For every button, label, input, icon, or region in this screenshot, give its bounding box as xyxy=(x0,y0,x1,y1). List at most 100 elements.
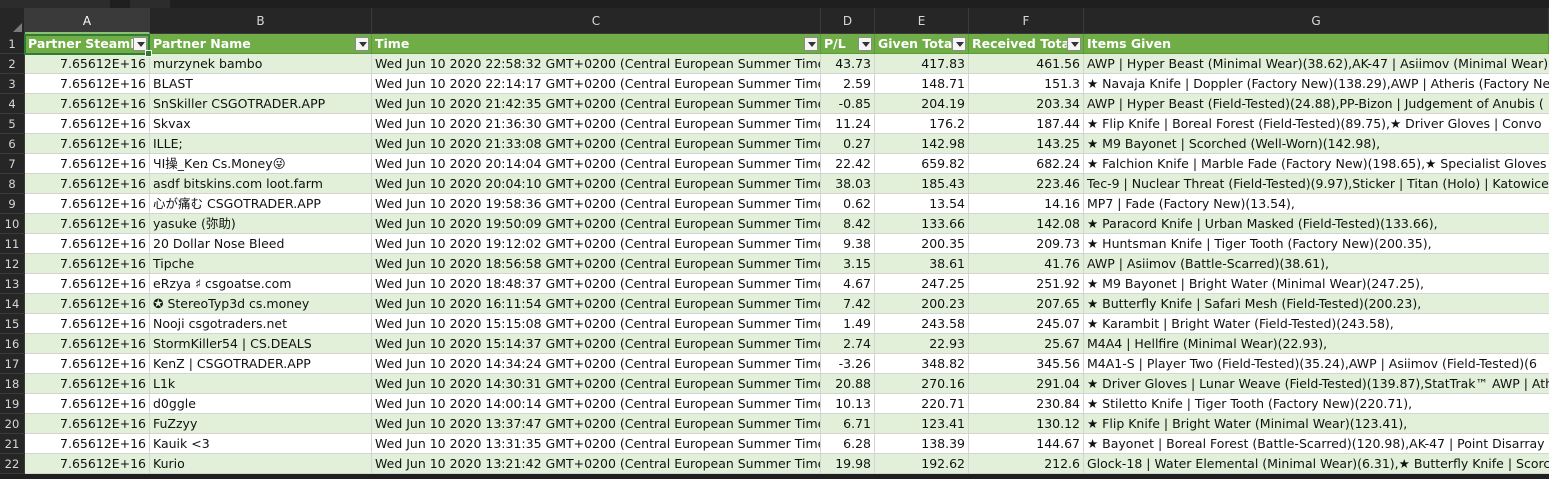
cell-received-total[interactable]: 209.73 xyxy=(969,234,1084,254)
cell-given-total[interactable]: 417.83 xyxy=(875,54,969,74)
cell-partner-steamid[interactable]: 7.65612E+16 xyxy=(25,134,150,154)
cell-partner-name[interactable]: L1k xyxy=(150,374,372,394)
cell-partner-name[interactable]: KenZ | CSGOTRADER.APP xyxy=(150,354,372,374)
cell-pl[interactable]: 10.13 xyxy=(821,394,875,414)
cell-time[interactable]: Wed Jun 10 2020 15:14:37 GMT+0200 (Centr… xyxy=(372,334,821,354)
cell-items-given[interactable]: ★ Navaja Knife | Doppler (Factory New)(1… xyxy=(1084,74,1549,94)
cell-given-total[interactable]: 243.58 xyxy=(875,314,969,334)
header-partner-name[interactable]: Partner Name xyxy=(150,34,372,54)
cell-items-given[interactable]: Tec-9 | Nuclear Threat (Field-Tested)(9.… xyxy=(1084,174,1549,194)
cell-given-total[interactable]: 270.16 xyxy=(875,374,969,394)
cell-time[interactable]: Wed Jun 10 2020 16:11:54 GMT+0200 (Centr… xyxy=(372,294,821,314)
cell-given-total[interactable]: 185.43 xyxy=(875,174,969,194)
cell-partner-steamid[interactable]: 7.65612E+16 xyxy=(25,54,150,74)
cell-partner-name[interactable]: StormKiller54 | CS.DEALS xyxy=(150,334,372,354)
cell-pl[interactable]: 43.73 xyxy=(821,54,875,74)
cell-items-given[interactable]: ★ Paracord Knife | Urban Masked (Field-T… xyxy=(1084,214,1549,234)
select-all-corner[interactable] xyxy=(0,8,25,34)
filter-dropdown-icon[interactable] xyxy=(1067,37,1081,51)
cell-partner-steamid[interactable]: 7.65612E+16 xyxy=(25,334,150,354)
cell-partner-steamid[interactable]: 7.65612E+16 xyxy=(25,154,150,174)
cell-partner-steamid[interactable]: 7.65612E+16 xyxy=(25,374,150,394)
column-header-g[interactable]: G xyxy=(1084,8,1549,34)
cell-time[interactable]: Wed Jun 10 2020 18:56:58 GMT+0200 (Centr… xyxy=(372,254,821,274)
cell-received-total[interactable]: 142.08 xyxy=(969,214,1084,234)
cell-received-total[interactable]: 461.56 xyxy=(969,54,1084,74)
filter-dropdown-icon[interactable] xyxy=(952,37,966,51)
row-header[interactable]: 12 xyxy=(0,254,25,274)
column-header-c[interactable]: C xyxy=(372,8,821,34)
header-given-total[interactable]: Given Total xyxy=(875,34,969,54)
cell-given-total[interactable]: 123.41 xyxy=(875,414,969,434)
cell-given-total[interactable]: 142.98 xyxy=(875,134,969,154)
cell-partner-steamid[interactable]: 7.65612E+16 xyxy=(25,294,150,314)
row-header[interactable]: 3 xyxy=(0,74,25,94)
cell-pl[interactable]: 11.24 xyxy=(821,114,875,134)
cell-partner-name[interactable]: Kurio xyxy=(150,454,372,474)
cell-time[interactable]: Wed Jun 10 2020 19:12:02 GMT+0200 (Centr… xyxy=(372,234,821,254)
cell-given-total[interactable]: 200.35 xyxy=(875,234,969,254)
cell-partner-name[interactable]: 20 Dollar Nose Bleed xyxy=(150,234,372,254)
cell-partner-steamid[interactable]: 7.65612E+16 xyxy=(25,434,150,454)
cell-items-given[interactable]: AWP | Hyper Beast (Field-Tested)(24.88),… xyxy=(1084,94,1549,114)
cell-partner-name[interactable]: BLAST xyxy=(150,74,372,94)
row-header[interactable]: 1 xyxy=(0,34,25,54)
cell-partner-name[interactable]: Kauik <3 xyxy=(150,434,372,454)
cell-time[interactable]: Wed Jun 10 2020 20:14:04 GMT+0200 (Centr… xyxy=(372,154,821,174)
cell-partner-name[interactable]: 心が痛む CSGOTRADER.APP xyxy=(150,194,372,214)
row-header[interactable]: 19 xyxy=(0,394,25,414)
cell-received-total[interactable]: 212.6 xyxy=(969,454,1084,474)
header-pl[interactable]: P/L xyxy=(821,34,875,54)
cell-partner-steamid[interactable]: 7.65612E+16 xyxy=(25,254,150,274)
cell-partner-name[interactable]: yasuke (弥助) xyxy=(150,214,372,234)
cell-pl[interactable]: 22.42 xyxy=(821,154,875,174)
header-received-total[interactable]: Received Total xyxy=(969,34,1084,54)
cell-time[interactable]: Wed Jun 10 2020 18:48:37 GMT+0200 (Centr… xyxy=(372,274,821,294)
cell-received-total[interactable]: 187.44 xyxy=(969,114,1084,134)
cell-given-total[interactable]: 204.19 xyxy=(875,94,969,114)
row-header[interactable]: 10 xyxy=(0,214,25,234)
cell-items-given[interactable]: ★ M9 Bayonet | Scorched (Well-Worn)(142.… xyxy=(1084,134,1549,154)
cell-items-given[interactable]: ★ Flip Knife | Boreal Forest (Field-Test… xyxy=(1084,114,1549,134)
cell-pl[interactable]: -3.26 xyxy=(821,354,875,374)
cell-given-total[interactable]: 192.62 xyxy=(875,454,969,474)
cell-time[interactable]: Wed Jun 10 2020 13:21:42 GMT+0200 (Centr… xyxy=(372,454,821,474)
cell-time[interactable]: Wed Jun 10 2020 13:31:35 GMT+0200 (Centr… xyxy=(372,434,821,454)
cell-received-total[interactable]: 682.24 xyxy=(969,154,1084,174)
cell-time[interactable]: Wed Jun 10 2020 14:30:31 GMT+0200 (Centr… xyxy=(372,374,821,394)
cell-given-total[interactable]: 176.2 xyxy=(875,114,969,134)
column-header-f[interactable]: F xyxy=(969,8,1084,34)
header-items-given[interactable]: Items Given xyxy=(1084,34,1549,54)
cell-partner-name[interactable]: asdf bitskins.com loot.farm xyxy=(150,174,372,194)
row-header[interactable]: 13 xyxy=(0,274,25,294)
cell-partner-steamid[interactable]: 7.65612E+16 xyxy=(25,274,150,294)
row-header[interactable]: 9 xyxy=(0,194,25,214)
cell-partner-steamid[interactable]: 7.65612E+16 xyxy=(25,94,150,114)
cell-received-total[interactable]: 203.34 xyxy=(969,94,1084,114)
cell-items-given[interactable]: ★ M9 Bayonet | Bright Water (Minimal Wea… xyxy=(1084,274,1549,294)
cell-pl[interactable]: 38.03 xyxy=(821,174,875,194)
cell-partner-name[interactable]: FuZzyy xyxy=(150,414,372,434)
row-header[interactable]: 5 xyxy=(0,114,25,134)
cell-pl[interactable]: 20.88 xyxy=(821,374,875,394)
cell-items-given[interactable]: ★ Karambit | Bright Water (Field-Tested)… xyxy=(1084,314,1549,334)
cell-items-given[interactable]: ★ Bayonet | Boreal Forest (Battle-Scarre… xyxy=(1084,434,1549,454)
cell-given-total[interactable]: 200.23 xyxy=(875,294,969,314)
cell-received-total[interactable]: 251.92 xyxy=(969,274,1084,294)
cell-pl[interactable]: 2.59 xyxy=(821,74,875,94)
cell-items-given[interactable]: ★ Butterfly Knife | Safari Mesh (Field-T… xyxy=(1084,294,1549,314)
cell-partner-steamid[interactable]: 7.65612E+16 xyxy=(25,314,150,334)
cell-partner-steamid[interactable]: 7.65612E+16 xyxy=(25,214,150,234)
cell-partner-name[interactable]: murzynek bambo xyxy=(150,54,372,74)
cell-received-total[interactable]: 130.12 xyxy=(969,414,1084,434)
cell-pl[interactable]: 4.67 xyxy=(821,274,875,294)
cell-partner-steamid[interactable]: 7.65612E+16 xyxy=(25,74,150,94)
cell-given-total[interactable]: 659.82 xyxy=(875,154,969,174)
cell-partner-name[interactable]: Nooji csgotraders.net xyxy=(150,314,372,334)
cell-items-given[interactable]: ★ Flip Knife | Bright Water (Minimal Wea… xyxy=(1084,414,1549,434)
cell-received-total[interactable]: 25.67 xyxy=(969,334,1084,354)
cell-pl[interactable]: 8.42 xyxy=(821,214,875,234)
cell-items-given[interactable]: AWP | Asiimov (Battle-Scarred)(38.61), xyxy=(1084,254,1549,274)
cell-pl[interactable]: 6.71 xyxy=(821,414,875,434)
spreadsheet-grid[interactable]: A B C D E F G 1 Partner SteamID Partner Na… xyxy=(0,8,1549,479)
